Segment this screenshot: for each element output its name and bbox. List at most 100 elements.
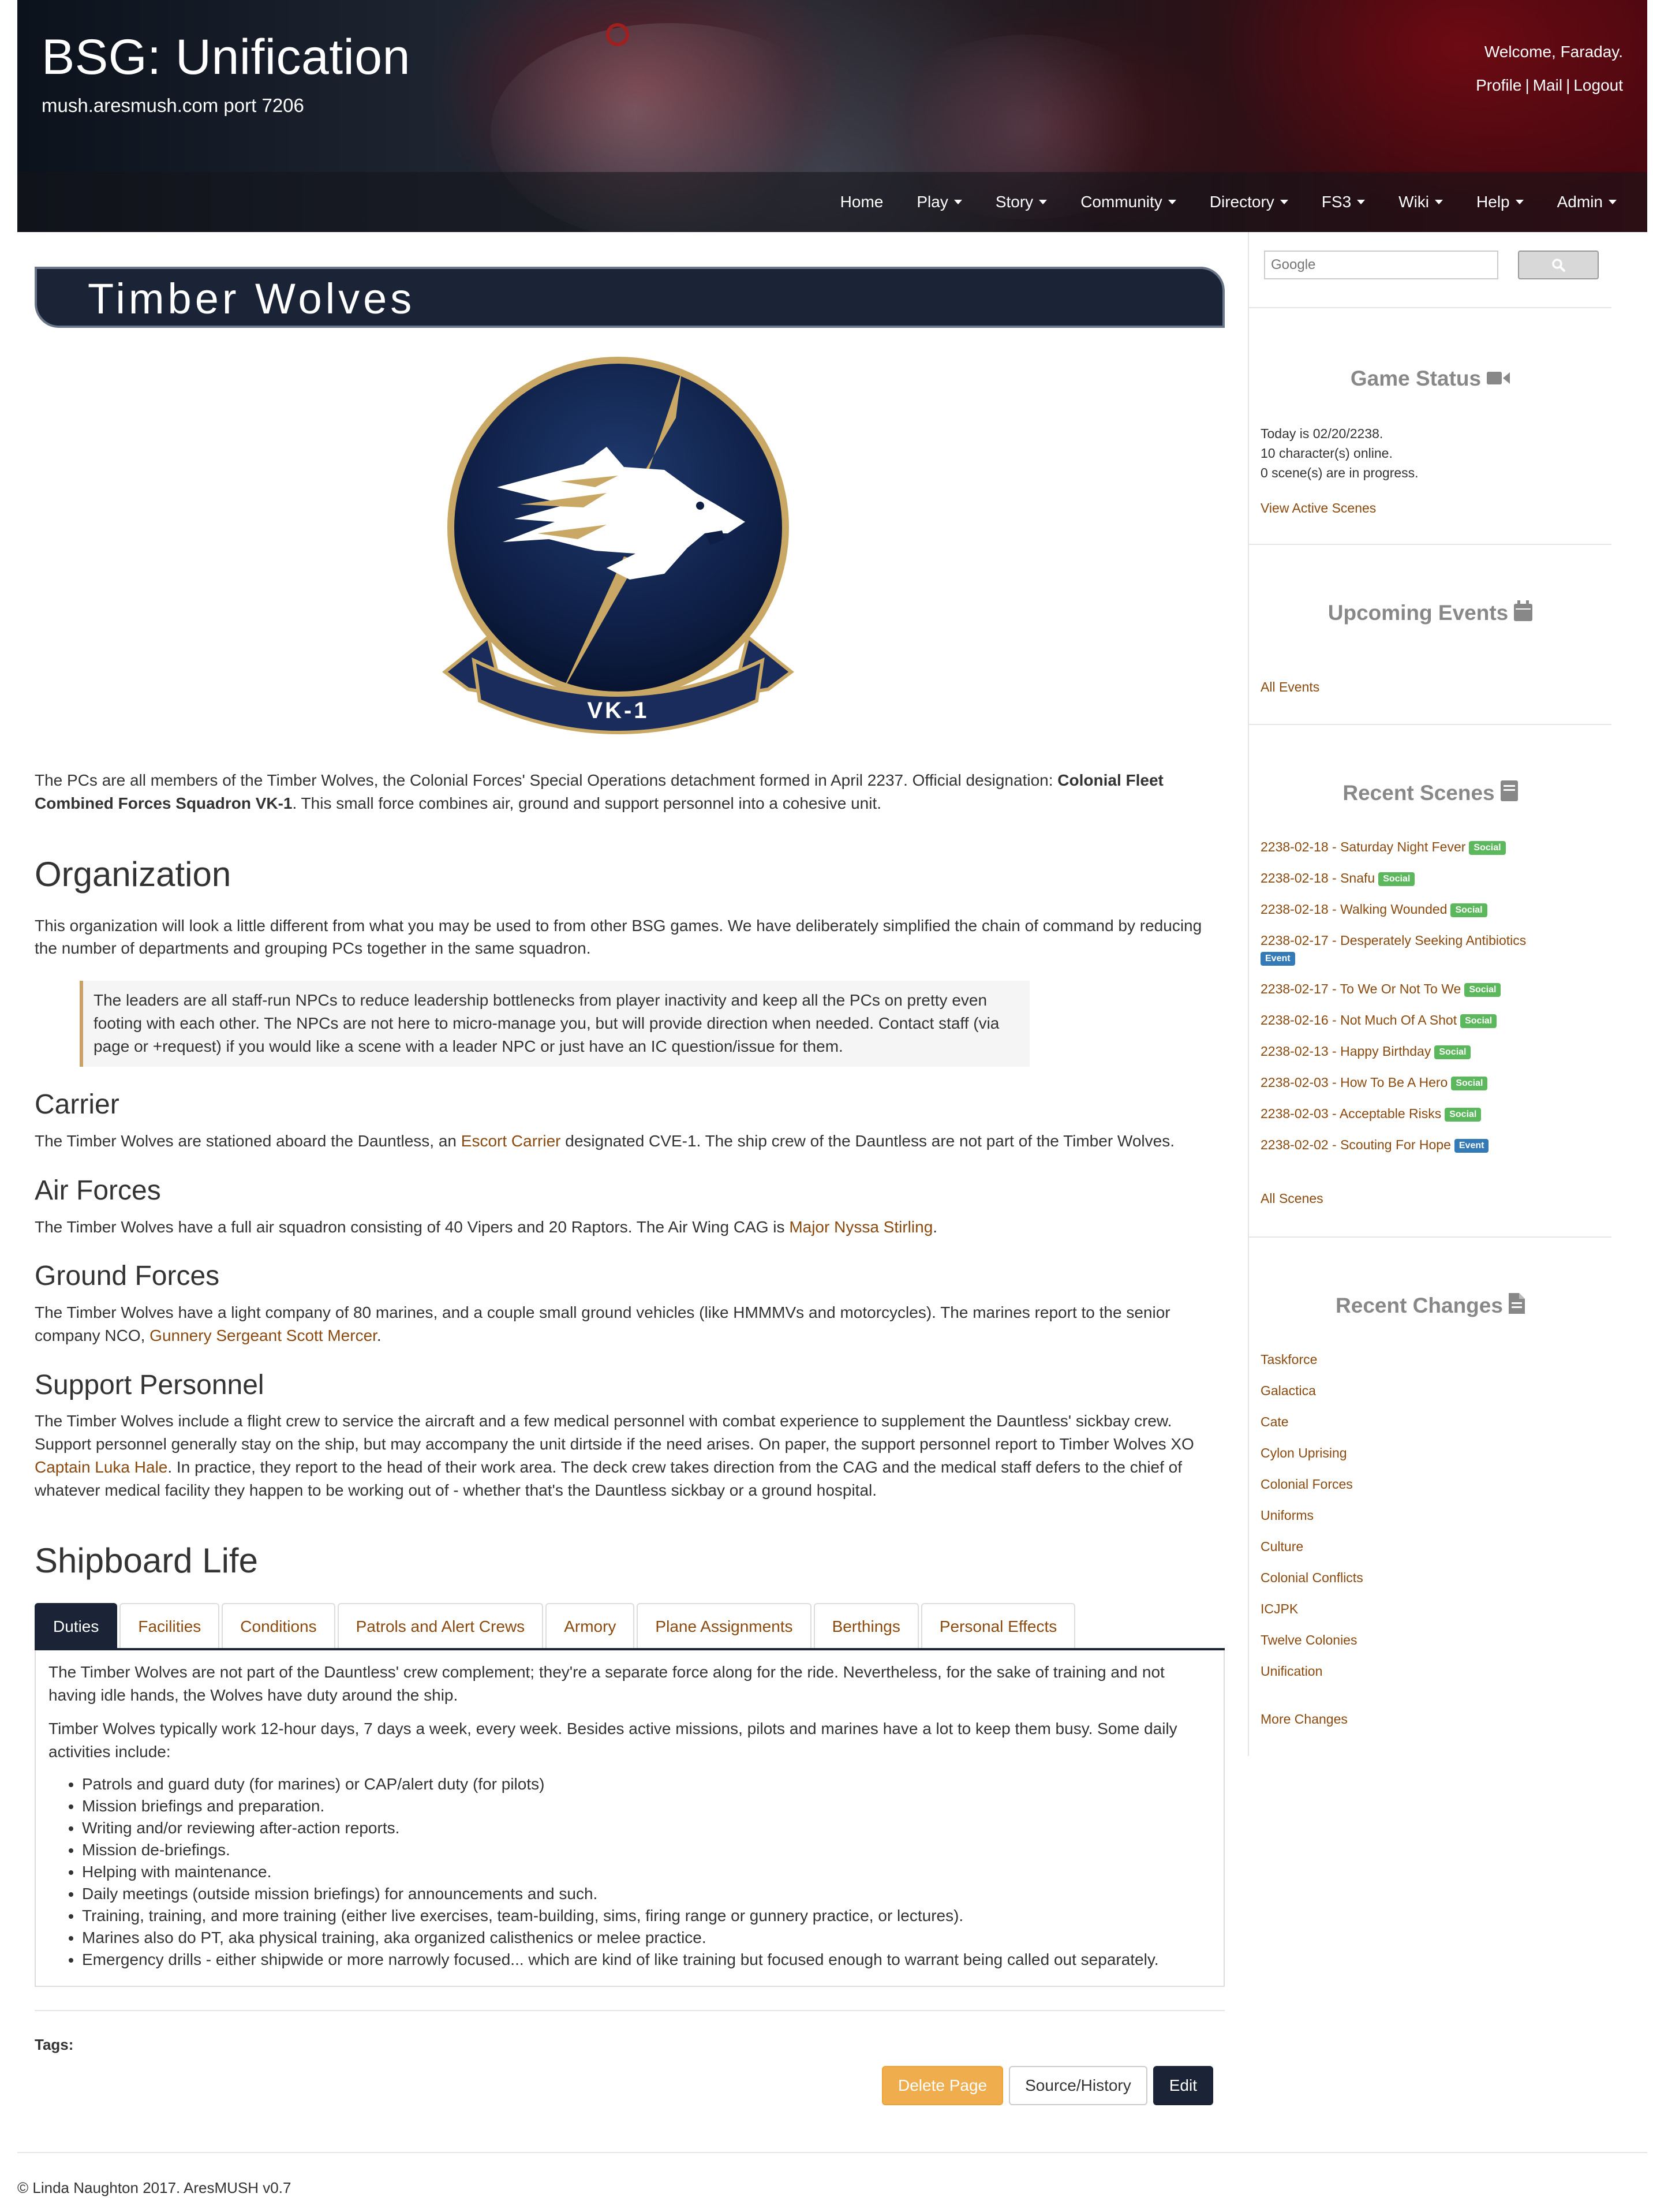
- shipboard-life-heading: Shipboard Life: [35, 1541, 258, 1580]
- wolf-emblem-icon: VK-1: [442, 357, 794, 734]
- social-badge: Social: [1451, 1076, 1488, 1090]
- welcome-text: Welcome, Faraday.: [1484, 43, 1623, 61]
- site-title[interactable]: BSG: Unification: [42, 28, 410, 87]
- change-link[interactable]: Uniforms: [1261, 1507, 1363, 1538]
- social-badge: Social: [1434, 1045, 1471, 1059]
- nav-story[interactable]: Story: [979, 190, 1064, 214]
- recent-changes-list: Taskforce Galactica Cate Cylon Uprising …: [1261, 1351, 1363, 1694]
- tab-patrols-and-alert-crews[interactable]: Patrols and Alert Crews: [337, 1603, 544, 1649]
- nav-home[interactable]: Home: [824, 190, 900, 214]
- duties-list: Patrols and guard duty (for marines) or …: [82, 1773, 1211, 1971]
- list-item: Training, training, and more training (e…: [82, 1905, 1211, 1927]
- footer-divider: [17, 2152, 1647, 2153]
- xo-link[interactable]: Captain Luka Hale: [35, 1458, 167, 1476]
- nav-story-label: Story: [995, 193, 1034, 211]
- nav-fs3[interactable]: FS3: [1305, 190, 1382, 214]
- scene-item[interactable]: 2238-02-16 - Not Much Of A Shot Social: [1261, 1011, 1607, 1029]
- scene-item[interactable]: 2238-02-03 - How To Be A Hero Social: [1261, 1074, 1607, 1091]
- change-link[interactable]: ICJPK: [1261, 1600, 1363, 1631]
- file-icon: [1508, 1292, 1525, 1322]
- change-link[interactable]: Colonial Forces: [1261, 1475, 1363, 1507]
- social-badge: Social: [1378, 872, 1415, 886]
- change-link[interactable]: Cylon Uprising: [1261, 1444, 1363, 1475]
- caret-down-icon: [1168, 200, 1176, 204]
- recent-scenes-title-text: Recent Scenes: [1342, 781, 1495, 805]
- ncolink[interactable]: Gunnery Sergeant Scott Mercer: [149, 1327, 377, 1344]
- tab-personal-effects[interactable]: Personal Effects: [921, 1603, 1076, 1649]
- more-changes-link[interactable]: More Changes: [1261, 1710, 1348, 1729]
- search-button[interactable]: [1518, 251, 1599, 279]
- event-badge: Event: [1454, 1138, 1489, 1153]
- main-content: Timber Wolves VK-1 The PCs are all membe…: [35, 267, 1225, 2106]
- air-text-start: The Timber Wolves have a full air squadr…: [35, 1217, 790, 1236]
- game-status-text: Today is 02/20/2238. 10 character(s) onl…: [1261, 424, 1419, 483]
- social-badge: Social: [1469, 840, 1506, 855]
- nav-directory[interactable]: Directory: [1193, 190, 1305, 214]
- scene-item[interactable]: 2238-02-02 - Scouting For Hope Event: [1261, 1136, 1607, 1153]
- caret-down-icon: [1609, 200, 1617, 204]
- scene-title: 2238-02-02 - Scouting For Hope: [1261, 1137, 1451, 1152]
- separator: |: [1566, 76, 1570, 94]
- view-active-scenes-link[interactable]: View Active Scenes: [1261, 499, 1376, 518]
- scenes-in-progress: 0 scene(s) are in progress.: [1261, 465, 1419, 480]
- scene-item[interactable]: 2238-02-17 - Desperately Seeking Antibio…: [1261, 932, 1607, 966]
- organization-heading: Organization: [35, 854, 231, 894]
- list-item: Emergency drills - either shipwide or mo…: [82, 1949, 1211, 1971]
- carrier-text-start: The Timber Wolves are stationed aboard t…: [35, 1132, 461, 1150]
- nav-play[interactable]: Play: [900, 190, 978, 214]
- intro-text: The PCs are all members of the Timber Wo…: [35, 771, 1058, 789]
- scene-item[interactable]: 2238-02-17 - To We Or Not To We Social: [1261, 980, 1607, 997]
- nav-fs3-label: FS3: [1321, 193, 1352, 211]
- search-input[interactable]: [1264, 251, 1498, 279]
- tags-label: Tags:: [35, 2036, 74, 2054]
- cag-link[interactable]: Major Nyssa Stirling: [789, 1218, 933, 1236]
- support-text-start: The Timber Wolves include a flight crew …: [35, 1412, 1194, 1454]
- social-badge: Social: [1464, 982, 1501, 997]
- tab-berthings[interactable]: Berthings: [813, 1603, 919, 1649]
- nav-menu: Home Play Story Community Directory FS3 …: [824, 172, 1633, 232]
- list-item: Mission de-briefings.: [82, 1839, 1211, 1861]
- all-scenes-link[interactable]: All Scenes: [1261, 1189, 1323, 1208]
- all-events-link[interactable]: All Events: [1261, 678, 1319, 697]
- source-history-button[interactable]: Source/History: [1009, 2066, 1147, 2106]
- edit-button[interactable]: Edit: [1153, 2066, 1213, 2106]
- header-background-art-detail: [606, 23, 629, 46]
- scene-item[interactable]: 2238-02-18 - Walking Wounded Social: [1261, 901, 1607, 918]
- change-link[interactable]: Galactica: [1261, 1382, 1363, 1413]
- nav-community[interactable]: Community: [1064, 190, 1193, 214]
- change-link[interactable]: Taskforce: [1261, 1351, 1363, 1382]
- change-link[interactable]: Culture: [1261, 1538, 1363, 1569]
- game-status-panel: Game Status Today is 02/20/2238. 10 char…: [1249, 307, 1611, 544]
- change-link[interactable]: Cate: [1261, 1413, 1363, 1444]
- scene-item[interactable]: 2238-02-18 - Saturday Night Fever Social: [1261, 838, 1607, 855]
- change-link[interactable]: Colonial Conflicts: [1261, 1569, 1363, 1600]
- scene-item[interactable]: 2238-02-03 - Acceptable Risks Social: [1261, 1105, 1607, 1122]
- profile-link[interactable]: Profile: [1476, 76, 1521, 94]
- scene-item[interactable]: 2238-02-13 - Happy Birthday Social: [1261, 1043, 1607, 1060]
- nav-admin[interactable]: Admin: [1540, 190, 1633, 214]
- social-badge: Social: [1450, 903, 1487, 917]
- duties-tab-panel: The Timber Wolves are not part of the Da…: [35, 1650, 1225, 1987]
- tab-facilities[interactable]: Facilities: [119, 1603, 220, 1649]
- nav-wiki[interactable]: Wiki: [1382, 190, 1460, 214]
- caret-down-icon: [1039, 200, 1048, 204]
- recent-changes-panel: Recent Changes Taskforce Galactica Cate …: [1249, 1236, 1611, 1756]
- duties-paragraph-1: The Timber Wolves are not part of the Da…: [48, 1663, 1165, 1705]
- tab-armory[interactable]: Armory: [545, 1603, 635, 1649]
- change-link[interactable]: Twelve Colonies: [1261, 1631, 1363, 1662]
- tab-conditions[interactable]: Conditions: [222, 1603, 335, 1649]
- scene-item[interactable]: 2238-02-18 - Snafu Social: [1261, 869, 1607, 887]
- delete-page-button[interactable]: Delete Page: [882, 2066, 1004, 2106]
- change-link[interactable]: Unification: [1261, 1662, 1363, 1694]
- video-camera-icon: [1487, 365, 1510, 395]
- tab-plane-assignments[interactable]: Plane Assignments: [637, 1603, 811, 1649]
- scene-title: 2238-02-18 - Saturday Night Fever: [1261, 839, 1466, 854]
- escort-carrier-link[interactable]: Escort Carrier: [461, 1132, 561, 1150]
- logout-link[interactable]: Logout: [1573, 76, 1623, 94]
- event-badge: Event: [1261, 951, 1295, 966]
- nav-home-label: Home: [840, 193, 884, 211]
- mail-link[interactable]: Mail: [1533, 76, 1562, 94]
- tab-duties[interactable]: Duties: [35, 1603, 118, 1649]
- nav-help[interactable]: Help: [1460, 190, 1540, 214]
- nav-wiki-label: Wiki: [1398, 193, 1430, 211]
